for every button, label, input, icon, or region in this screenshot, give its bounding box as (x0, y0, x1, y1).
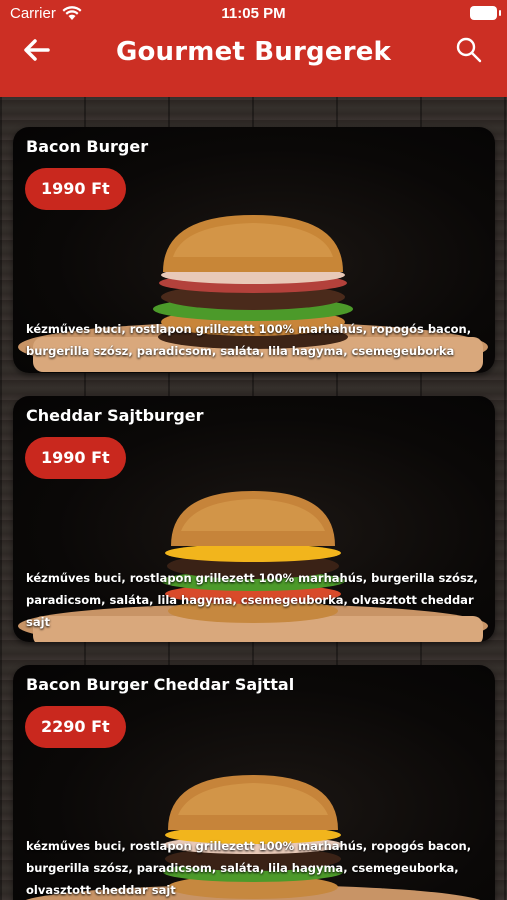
clock: 11:05 PM (221, 5, 286, 22)
product-card[interactable]: Bacon Burger Cheddar Sajttal 2290 Ft kéz… (13, 665, 495, 900)
page-title: Gourmet Burgerek (115, 37, 392, 67)
product-name: Cheddar Sajtburger (26, 406, 204, 425)
price-badge[interactable]: 1990 Ft (25, 437, 126, 479)
product-card[interactable]: Cheddar Sajtburger 1990 Ft kézműves buci… (13, 396, 495, 642)
product-name: Bacon Burger (26, 137, 149, 156)
product-description: kézműves buci, rostlapon grillezett 100%… (26, 322, 472, 358)
product-name: Bacon Burger Cheddar Sajttal (26, 675, 295, 694)
app-header: Carrier 11:05 PM Gourmet Burgerek (0, 0, 507, 97)
product-description: kézműves buci, rostlapon grillezett 100%… (26, 571, 478, 629)
search-icon (456, 37, 482, 63)
product-description: kézműves buci, rostlapon grillezett 100%… (26, 839, 472, 897)
price-badge[interactable]: 1990 Ft (25, 168, 126, 210)
status-bar: Carrier 11:05 PM (0, 0, 507, 28)
search-button[interactable] (455, 36, 483, 64)
product-card[interactable]: Bacon Burger 1990 Ft kézműves buci, rost… (13, 127, 495, 373)
battery-icon (470, 6, 501, 20)
price-badge[interactable]: 2290 Ft (25, 706, 126, 748)
